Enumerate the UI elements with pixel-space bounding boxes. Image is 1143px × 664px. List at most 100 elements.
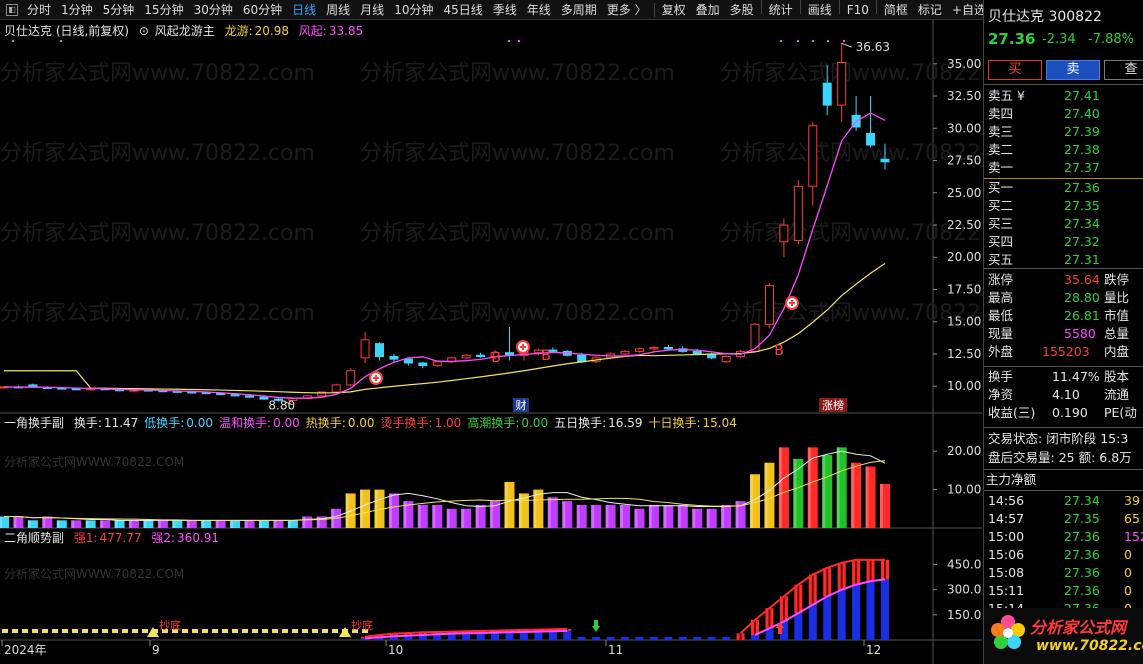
chart-area[interactable]: 分析家公式网www.70822.com 分析家公式网www.70822.com 分析… bbox=[0, 20, 982, 664]
tool-button-4[interactable]: 画线 bbox=[803, 0, 837, 20]
stat-extra-label: 量比 bbox=[1104, 290, 1130, 305]
period-tab-11[interactable]: 季线 bbox=[488, 0, 522, 20]
period-tab-6[interactable]: 日线 bbox=[287, 0, 321, 20]
bid-label: 买一 bbox=[988, 180, 1014, 195]
buy-button[interactable]: 买 bbox=[988, 60, 1042, 80]
collapse-icon[interactable]: ◧ bbox=[6, 3, 18, 16]
turnover-bar-highlight bbox=[446, 508, 450, 528]
turnover-bar-highlight bbox=[605, 504, 609, 528]
tool-button-2[interactable]: 多股 bbox=[725, 0, 759, 20]
turnover-bar-highlight bbox=[793, 458, 797, 528]
ask-row[interactable]: 卖二 27.38 bbox=[988, 141, 1143, 159]
indicator-toggle-icon[interactable]: ⊙ bbox=[139, 24, 149, 38]
period-tab-1[interactable]: 1分钟 bbox=[56, 0, 98, 20]
period-tab-3[interactable]: 15分钟 bbox=[139, 0, 188, 20]
stat-row[interactable]: 外盘 155203 内盘 bbox=[988, 343, 1143, 361]
strength1-value: 477.77 bbox=[99, 531, 142, 545]
sell-button[interactable]: 卖 bbox=[1046, 60, 1100, 80]
candle-body bbox=[403, 358, 413, 364]
price-axis-label: 35.00 bbox=[947, 57, 981, 71]
period-tab-7[interactable]: 周线 bbox=[321, 0, 355, 20]
turnover-bar-highlight bbox=[42, 516, 46, 528]
candle-body bbox=[71, 388, 81, 391]
period-tab-13[interactable]: 多周期 bbox=[556, 0, 602, 20]
strength-baseline-dash bbox=[52, 629, 58, 633]
period-tab-9[interactable]: 10分钟 bbox=[389, 0, 438, 20]
divider bbox=[984, 84, 1143, 85]
tool-button-6[interactable]: 简框 bbox=[879, 0, 913, 20]
strength-baseline-dash bbox=[82, 629, 88, 633]
stat2-label: 收益(三) bbox=[988, 405, 1036, 420]
strength2-bar bbox=[707, 636, 716, 640]
ask-row[interactable]: 卖一 27.37 bbox=[988, 159, 1143, 177]
stats2-list: 换手 11.47% 股本 净资 4.10 流通 收益(三) 0.190 PE(动 bbox=[988, 368, 1143, 422]
indicator-name[interactable]: 风起龙游主 bbox=[155, 24, 215, 38]
period-tab-0[interactable]: 分时 bbox=[22, 0, 56, 20]
ask-list: 卖五 ¥ 27.41 卖四 27.40 卖三 27.39 卖二 27.38 卖一 27.37 bbox=[988, 87, 1143, 177]
bid-row[interactable]: 买一 27.36 bbox=[988, 179, 1143, 197]
main-flow-row[interactable]: 主力净额 bbox=[986, 471, 1036, 489]
watermark-text: 分析家公式网WWW.70822.COM bbox=[4, 454, 184, 469]
tick-time: 15:08 bbox=[988, 565, 1025, 580]
period-tab-14[interactable]: 更多 〉 bbox=[602, 0, 652, 20]
query-button[interactable]: 查 bbox=[1104, 60, 1143, 80]
stat-extra-label: 总量 bbox=[1104, 326, 1130, 341]
divider bbox=[984, 427, 1143, 428]
bid-row[interactable]: 买二 27.35 bbox=[988, 197, 1143, 215]
stat-row[interactable]: 涨停 35.64 跌停 bbox=[988, 271, 1143, 289]
sub1-name[interactable]: 一角换手副 bbox=[4, 416, 64, 430]
stat2-extra-label: 股本 bbox=[1104, 369, 1130, 384]
period-tab-5[interactable]: 60分钟 bbox=[238, 0, 287, 20]
tick-row[interactable]: 14:56 27.34 39 bbox=[988, 492, 1143, 510]
turnover-stat-value: 1.00 bbox=[434, 416, 462, 430]
buy-arrow-icon bbox=[778, 628, 782, 634]
tool-button-0[interactable]: 复权 bbox=[657, 0, 691, 20]
tool-button-5[interactable]: F10 bbox=[842, 0, 874, 20]
turnover-bar-highlight bbox=[230, 520, 234, 528]
ask-label: 卖五 ¥ bbox=[988, 88, 1025, 103]
stat2-row[interactable]: 收益(三) 0.190 PE(动 bbox=[988, 404, 1143, 422]
bid-row[interactable]: 买五 27.31 bbox=[988, 251, 1143, 269]
period-tab-2[interactable]: 5分钟 bbox=[98, 0, 140, 20]
tick-row[interactable]: 15:00 27.36 1526 bbox=[988, 528, 1143, 546]
strength-baseline-dash bbox=[62, 629, 68, 633]
main-flow-label: 主力净额 bbox=[986, 472, 1037, 487]
strength2-bar bbox=[649, 636, 658, 640]
bid-row[interactable]: 买四 27.32 bbox=[988, 233, 1143, 251]
sub2-name[interactable]: 二角顺势副 bbox=[4, 531, 64, 545]
after-hours-volume: 25 bbox=[1058, 450, 1075, 465]
strength2-bar bbox=[592, 636, 601, 640]
bid-row[interactable]: 买三 27.34 bbox=[988, 215, 1143, 233]
period-tab-12[interactable]: 年线 bbox=[522, 0, 556, 20]
tick-row[interactable]: 15:11 27.36 0 bbox=[988, 582, 1143, 600]
turnover-bar-highlight bbox=[345, 493, 349, 528]
watermark-text: 分析家公式网www.70822.com bbox=[720, 61, 982, 86]
tool-button-1[interactable]: 叠加 bbox=[691, 0, 725, 20]
tick-row[interactable]: 15:06 27.36 0 bbox=[988, 546, 1143, 564]
strength1-stripe bbox=[797, 584, 800, 614]
candle-body bbox=[808, 125, 818, 187]
tool-button-7[interactable]: 标记 bbox=[913, 0, 947, 20]
tool-button-3[interactable]: 统计 bbox=[764, 0, 798, 20]
ask-row[interactable]: 卖四 27.40 bbox=[988, 105, 1143, 123]
period-tab-4[interactable]: 30分钟 bbox=[189, 0, 238, 20]
ask-row[interactable]: 卖三 27.39 bbox=[988, 123, 1143, 141]
stat-row[interactable]: 现量 5580 总量 bbox=[988, 325, 1143, 343]
strength-baseline-dash bbox=[202, 629, 208, 633]
stat-row[interactable]: 最高 28.80 量比 bbox=[988, 289, 1143, 307]
ask-row[interactable]: 卖五 ¥ 27.41 bbox=[988, 87, 1143, 105]
period-tab-8[interactable]: 月线 bbox=[355, 0, 389, 20]
stat2-row[interactable]: 净资 4.10 流通 bbox=[988, 386, 1143, 404]
kline-chart-svg[interactable]: 分析家公式网www.70822.com 分析家公式网www.70822.com 分析… bbox=[0, 20, 982, 664]
period-tab-10[interactable]: 45日线 bbox=[438, 0, 487, 20]
strength-baseline-dash bbox=[142, 629, 148, 633]
strength2-bar bbox=[693, 636, 702, 640]
tick-row[interactable]: 14:57 27.35 65 bbox=[988, 510, 1143, 528]
stat2-row[interactable]: 换手 11.47% 股本 bbox=[988, 368, 1143, 386]
stat-row[interactable]: 最低 26.81 市值 bbox=[988, 307, 1143, 325]
after-hours-row: 盘后交易量: 25 额: 6.8万 bbox=[988, 449, 1132, 467]
turnover-bar-highlight bbox=[128, 520, 132, 528]
turnover-bar-highlight bbox=[764, 462, 768, 528]
tick-row[interactable]: 15:08 27.36 0 bbox=[988, 564, 1143, 582]
low-mark-label: 8.80 bbox=[268, 399, 295, 413]
